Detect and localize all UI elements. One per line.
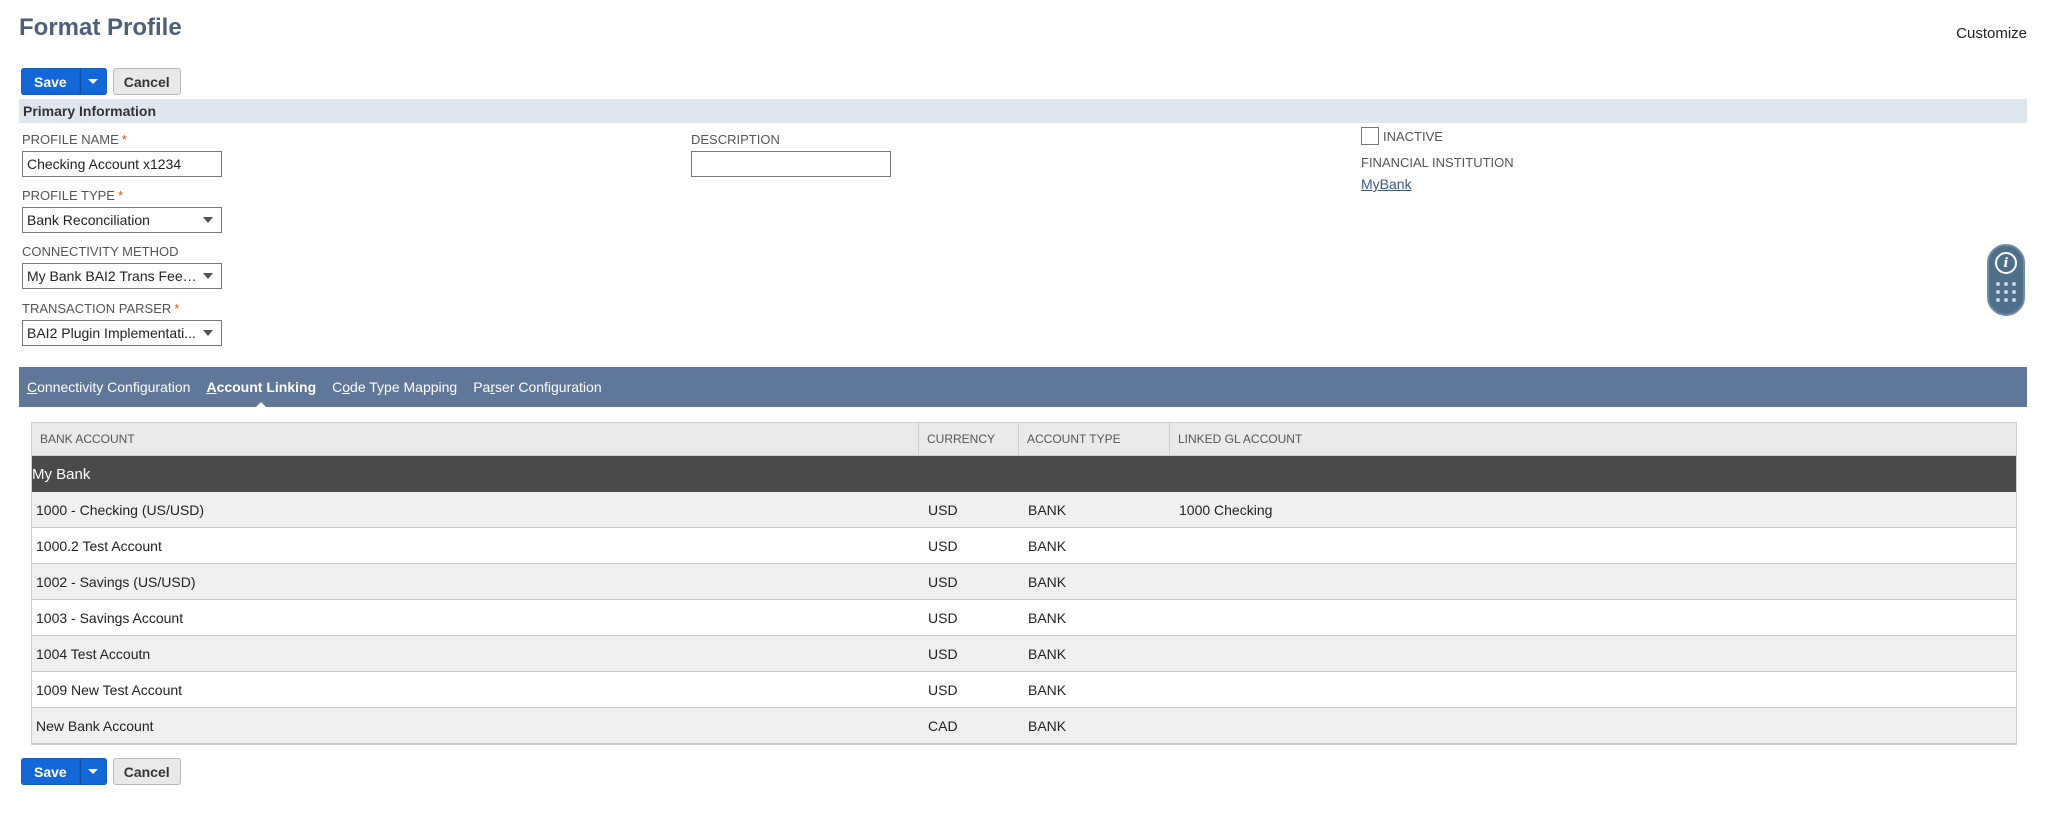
required-marker: *	[121, 132, 127, 147]
linked-gl-account-cell[interactable]	[1170, 636, 2016, 671]
financial-institution-label: FINANCIAL INSTITUTION	[1361, 155, 1514, 170]
top-action-bar: Save Cancel	[21, 68, 181, 95]
side-help-widget[interactable]: i	[1987, 244, 2025, 316]
subtab-bar: Connectivity Configuration Account Linki…	[19, 367, 2027, 409]
currency-cell: USD	[928, 609, 958, 626]
required-marker: *	[174, 301, 180, 316]
currency-cell: CAD	[928, 717, 958, 734]
currency-cell: USD	[928, 681, 958, 698]
profile-type-value: Bank Reconciliation	[27, 212, 150, 228]
info-icon[interactable]: i	[1995, 252, 2017, 274]
transaction-parser-select[interactable]: BAI2 Plugin Implementati...	[22, 320, 222, 346]
save-button[interactable]: Save	[21, 68, 80, 95]
bank-account-cell: 1002 - Savings (US/USD)	[36, 573, 196, 590]
linked-gl-account-cell[interactable]	[1170, 528, 2016, 563]
account-type-cell: BANK	[1028, 717, 1067, 734]
bank-account-cell: New Bank Account	[36, 717, 154, 734]
bottom-action-bar: Save Cancel	[21, 758, 181, 785]
tab-code-type-mapping[interactable]: Code Type Mapping	[332, 379, 457, 395]
description-label: DESCRIPTION	[691, 132, 780, 147]
account-type-cell: BANK	[1028, 573, 1067, 590]
save-button[interactable]: Save	[21, 758, 80, 785]
customize-link[interactable]: Customize	[1956, 25, 2027, 42]
tab-account-linking[interactable]: Account Linking	[206, 379, 316, 409]
currency-cell: USD	[928, 573, 958, 590]
column-header-bank-account[interactable]: BANK ACCOUNT	[32, 423, 919, 455]
section-header-primary-information[interactable]: Primary Information	[19, 99, 2027, 123]
column-header-linked-gl-account[interactable]: LINKED GL ACCOUNT	[1170, 423, 2016, 455]
connectivity-method-select[interactable]: My Bank BAI2 Trans Feed ...	[22, 263, 222, 289]
financial-institution-link[interactable]: MyBank	[1361, 176, 1412, 192]
account-type-cell: BANK	[1028, 501, 1067, 518]
table-row[interactable]: 1009 New Test Account USD BANK	[32, 672, 2016, 708]
chevron-down-icon	[203, 273, 213, 279]
profile-name-label: PROFILE NAME *	[22, 132, 127, 147]
description-input[interactable]	[691, 151, 891, 177]
currency-cell: USD	[928, 537, 958, 554]
account-type-cell: BANK	[1028, 537, 1067, 554]
page-title: Format Profile	[19, 14, 182, 41]
table-row[interactable]: 1000 - Checking (US/USD) USD BANK 1000 C…	[32, 492, 2016, 528]
chevron-down-icon	[203, 217, 213, 223]
caret-down-icon	[88, 769, 99, 774]
save-menu-button[interactable]	[79, 68, 107, 95]
table-header: BANK ACCOUNT CURRENCY ACCOUNT TYPE LINKE…	[32, 423, 2016, 456]
currency-cell: USD	[928, 645, 958, 662]
profile-type-label-text: PROFILE TYPE	[22, 188, 115, 203]
linked-gl-account-cell[interactable]	[1170, 600, 2016, 635]
transaction-parser-label-text: TRANSACTION PARSER	[22, 301, 172, 316]
table-row[interactable]: 1003 - Savings Account USD BANK	[32, 600, 2016, 636]
account-type-cell: BANK	[1028, 681, 1067, 698]
bank-account-cell: 1003 - Savings Account	[36, 609, 184, 626]
bank-account-cell: 1009 New Test Account	[36, 681, 183, 698]
chevron-down-icon	[203, 330, 213, 336]
profile-name-input[interactable]: Checking Account x1234	[22, 151, 222, 177]
tab-parser-configuration[interactable]: Parser Configuration	[473, 379, 601, 395]
caret-down-icon	[88, 79, 99, 84]
save-button-group: Save	[21, 758, 107, 785]
cancel-button[interactable]: Cancel	[112, 758, 181, 785]
table-row[interactable]: 1004 Test Accoutn USD BANK	[32, 636, 2016, 672]
linked-gl-account-cell[interactable]	[1170, 564, 2016, 599]
group-row-my-bank: My Bank	[32, 456, 2016, 492]
save-button-group: Save	[21, 68, 107, 95]
connectivity-method-label: CONNECTIVITY METHOD	[22, 244, 179, 259]
required-marker: *	[117, 188, 124, 203]
transaction-parser-value: BAI2 Plugin Implementati...	[27, 325, 196, 341]
column-header-account-type[interactable]: ACCOUNT TYPE	[1019, 423, 1170, 455]
connectivity-method-value: My Bank BAI2 Trans Feed ...	[27, 268, 197, 284]
linked-gl-account-cell[interactable]: 1000 Checking	[1170, 492, 2016, 527]
currency-cell: USD	[928, 501, 958, 518]
table-row[interactable]: New Bank Account CAD BANK	[32, 708, 2016, 744]
linked-gl-account-cell[interactable]	[1170, 708, 2016, 743]
inactive-checkbox[interactable]	[1361, 127, 1379, 145]
tab-connectivity-configuration[interactable]: Connectivity Configuration	[27, 379, 190, 395]
account-linking-table: BANK ACCOUNT CURRENCY ACCOUNT TYPE LINKE…	[31, 422, 2017, 745]
profile-name-label-text: PROFILE NAME	[22, 132, 119, 147]
account-type-cell: BANK	[1028, 609, 1067, 626]
dots-grid-icon[interactable]	[1996, 282, 2016, 302]
inactive-label: INACTIVE	[1383, 129, 1443, 144]
bank-account-cell: 1000.2 Test Account	[36, 537, 162, 554]
bank-account-cell: 1004 Test Accoutn	[36, 645, 151, 662]
linked-gl-account-cell[interactable]	[1170, 672, 2016, 707]
account-type-cell: BANK	[1028, 645, 1067, 662]
column-header-currency[interactable]: CURRENCY	[919, 423, 1019, 455]
table-row[interactable]: 1000.2 Test Account USD BANK	[32, 528, 2016, 564]
transaction-parser-label: TRANSACTION PARSER *	[22, 301, 179, 316]
cancel-button[interactable]: Cancel	[112, 68, 181, 95]
bank-account-cell: 1000 - Checking (US/USD)	[36, 501, 205, 518]
save-menu-button[interactable]	[79, 758, 107, 785]
table-row[interactable]: 1002 - Savings (US/USD) USD BANK	[32, 564, 2016, 600]
profile-type-label: PROFILE TYPE *	[22, 188, 123, 203]
profile-type-select[interactable]: Bank Reconciliation	[22, 207, 222, 233]
